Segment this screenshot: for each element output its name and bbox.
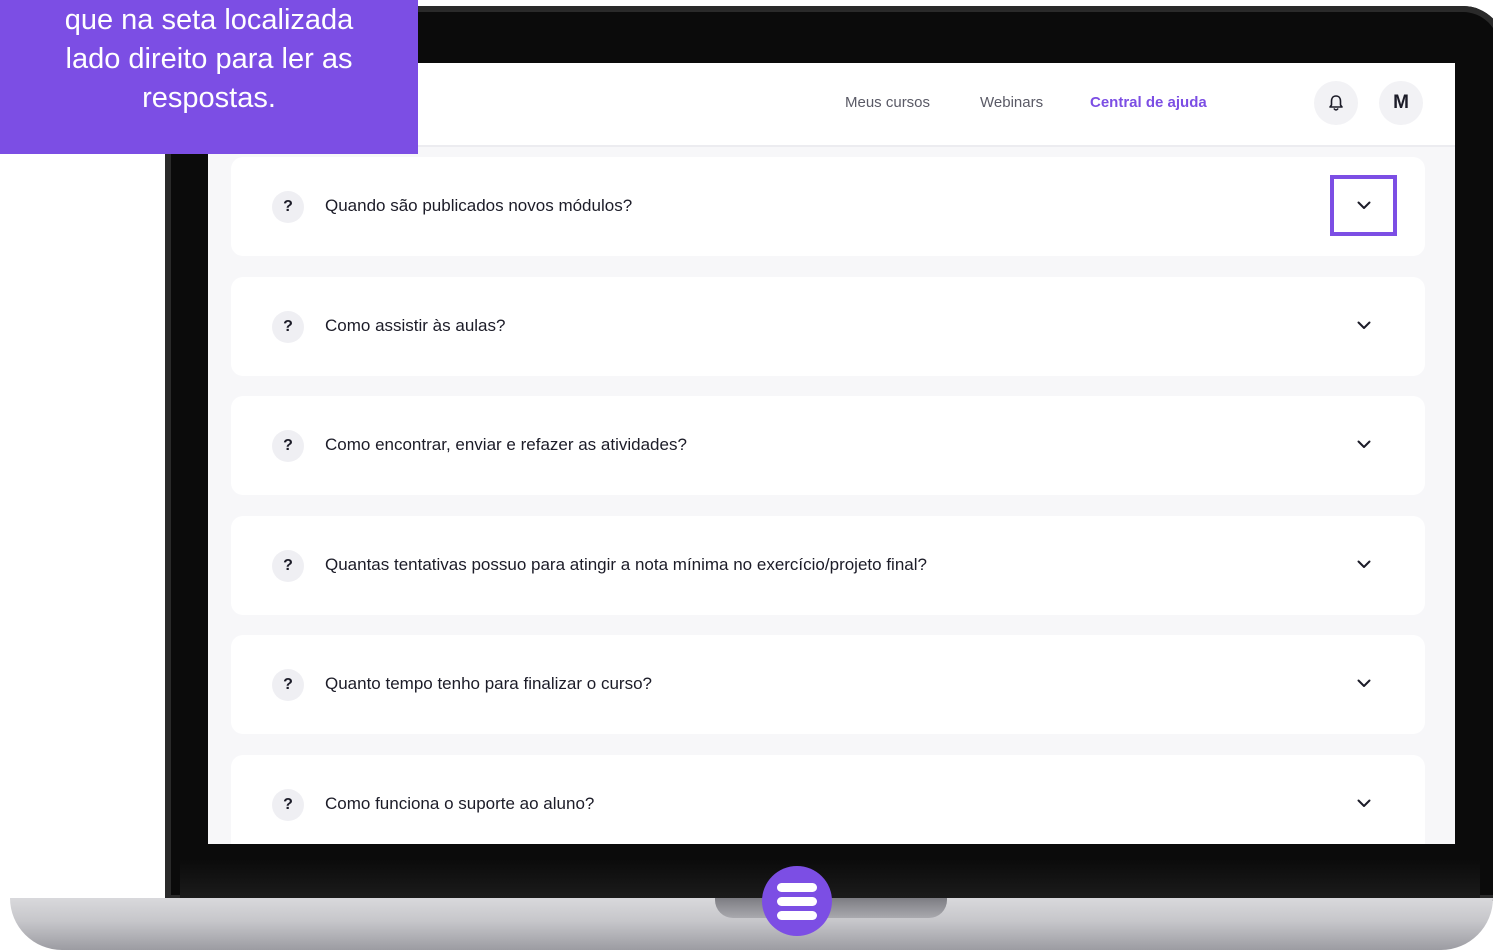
instruction-callout: que na seta localizada lado direito para… (0, 0, 418, 154)
app-screen: Meus cursos Webinars Central de ajuda M … (208, 63, 1455, 844)
faq-item[interactable]: ? Quantas tentativas possuo para atingir… (231, 516, 1425, 615)
question-mark-icon: ? (272, 191, 304, 223)
faq-item[interactable]: ? Como encontrar, enviar e refazer as at… (231, 396, 1425, 495)
nav-link-webinars[interactable]: Webinars (980, 94, 1043, 111)
bell-icon (1329, 95, 1343, 111)
avatar[interactable]: M (1379, 81, 1423, 125)
brand-logo-icon (762, 866, 832, 936)
nav-link-meus-cursos[interactable]: Meus cursos (845, 94, 930, 111)
chevron-down-icon (1357, 321, 1370, 329)
faq-question: Como encontrar, enviar e refazer as ativ… (325, 435, 687, 454)
notifications-button[interactable] (1314, 81, 1358, 125)
chevron-down-icon (1357, 679, 1370, 687)
callout-line: respostas. (142, 82, 276, 114)
faq-item[interactable]: ? Quanto tempo tenho para finalizar o cu… (231, 635, 1425, 734)
nav-link-central-de-ajuda[interactable]: Central de ajuda (1090, 94, 1207, 111)
faq-question: Como assistir às aulas? (325, 316, 506, 335)
question-mark-icon: ? (272, 550, 304, 582)
expand-answer-button[interactable] (1330, 175, 1397, 236)
question-mark-icon: ? (272, 430, 304, 462)
chevron-down-icon (1357, 440, 1370, 448)
avatar-initial: M (1393, 92, 1409, 113)
faq-item[interactable]: ? Como assistir às aulas? (231, 277, 1425, 376)
question-mark-icon: ? (272, 311, 304, 343)
chevron-down-icon (1357, 201, 1370, 209)
faq-question: Quanto tempo tenho para finalizar o curs… (325, 674, 652, 693)
callout-line: que na seta localizada (64, 4, 354, 36)
faq-question: Quantas tentativas possuo para atingir a… (325, 555, 927, 574)
expand-answer-button[interactable] (1330, 534, 1397, 595)
question-mark-icon: ? (272, 789, 304, 821)
expand-answer-button[interactable] (1330, 295, 1397, 356)
faq-item[interactable]: ? Quando são publicados novos módulos? (231, 157, 1425, 256)
question-mark-icon: ? (272, 669, 304, 701)
faq-item[interactable]: ? Como funciona o suporte ao aluno? (231, 755, 1425, 844)
chevron-down-icon (1357, 799, 1370, 807)
expand-answer-button[interactable] (1330, 414, 1397, 475)
faq-question: Quando são publicados novos módulos? (325, 196, 633, 215)
callout-line: lado direito para ler as (65, 43, 353, 75)
faq-question: Como funciona o suporte ao aluno? (325, 794, 595, 813)
expand-answer-button[interactable] (1330, 653, 1397, 714)
expand-answer-button[interactable] (1330, 773, 1397, 834)
chevron-down-icon (1357, 560, 1370, 568)
